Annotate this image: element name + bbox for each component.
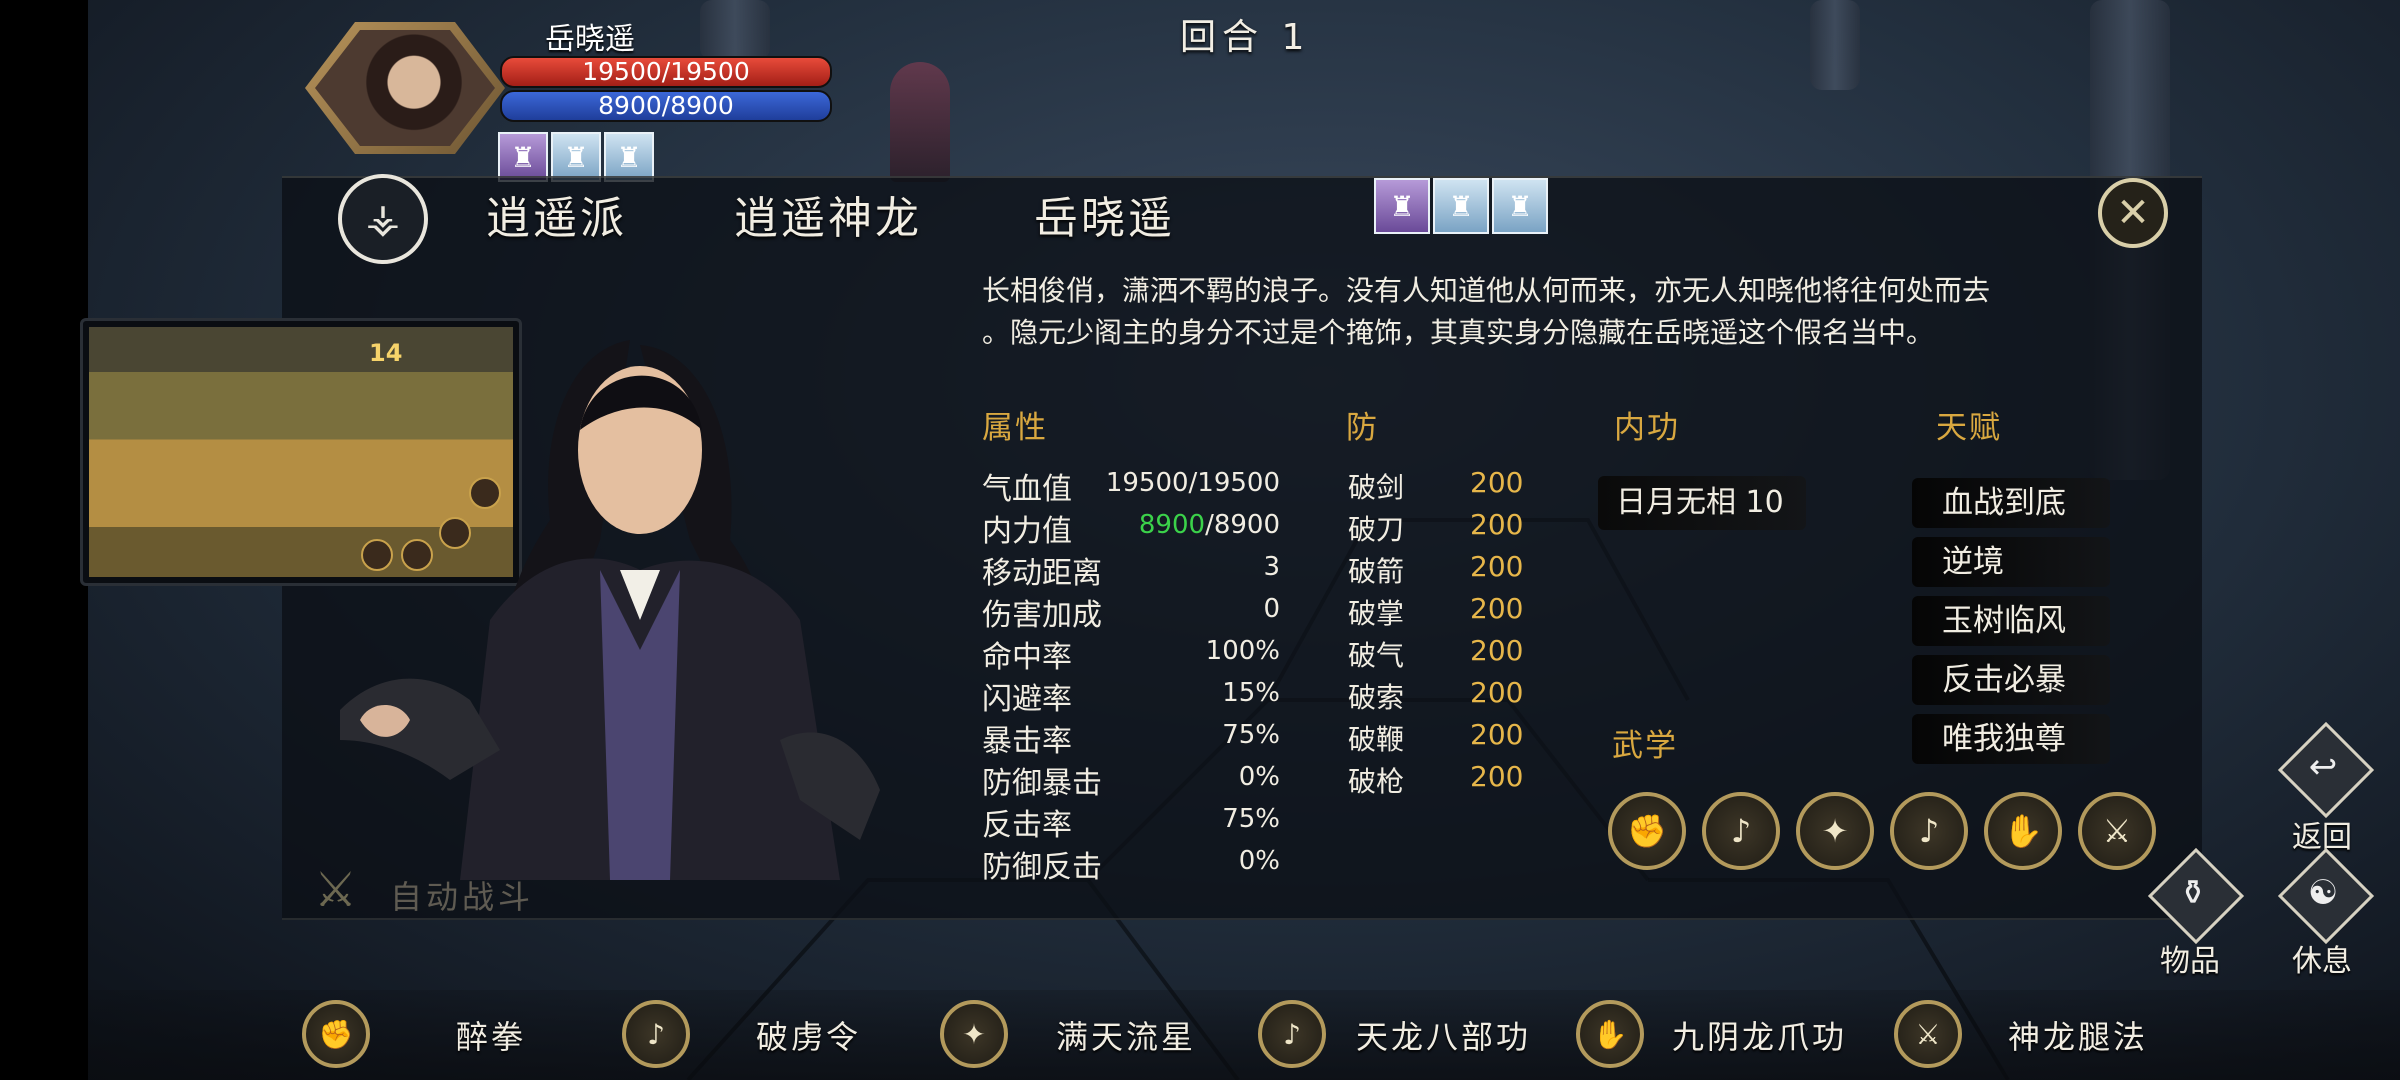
attribute-value: 0% xyxy=(1238,762,1280,792)
kick-icon[interactable]: ⚔ xyxy=(1894,1000,1962,1068)
attribute-value-max: /8900 xyxy=(1205,510,1280,540)
defense-value: 200 xyxy=(1470,718,1524,751)
unit-buff-row: ♜ ♜ ♜ xyxy=(498,132,654,182)
hp-bar: 19500/19500 xyxy=(500,56,832,88)
defense-value: 200 xyxy=(1470,592,1524,625)
talent-item[interactable]: 血战到底 xyxy=(1912,478,2110,528)
character-portrait-art xyxy=(340,340,880,880)
defense-label: 破剑 xyxy=(1348,471,1405,504)
fist-icon[interactable]: ✊ xyxy=(1608,792,1686,870)
defense-label: 破鞭 xyxy=(1348,723,1405,756)
description-line: 。隐元少阁主的身分不过是个掩饰，其真实身分隐藏在岳晓遥这个假名当中。 xyxy=(982,316,1935,349)
skill-label[interactable]: 破虏令 xyxy=(756,1012,861,1058)
shuriken-icon[interactable]: ✦ xyxy=(1796,792,1874,870)
claw-icon[interactable]: ✋ xyxy=(1576,1000,1644,1068)
skill-label[interactable]: 九阴龙爪功 xyxy=(1672,1012,1847,1058)
inner-skill-title: 内功 xyxy=(1614,410,1680,446)
lute-icon[interactable]: ♪ xyxy=(1258,1000,1326,1068)
attribute-value: 8900/8900 xyxy=(1080,510,1280,540)
attribute-value-current: 8900 xyxy=(1138,510,1206,540)
description-line: 长相俊俏，潇洒不羁的浪子。没有人知道他从何而来，亦无人知晓他将往何处而去 xyxy=(982,274,1991,307)
buff-icon[interactable]: ♜ xyxy=(604,132,654,182)
rest-label: 休息 xyxy=(2292,944,2352,979)
talents-title: 天赋 xyxy=(1936,410,2002,446)
defense-label: 破箭 xyxy=(1348,555,1405,588)
return-icon: ↩ xyxy=(2308,747,2338,787)
items-label: 物品 xyxy=(2160,944,2220,979)
buff-icon[interactable]: ♜ xyxy=(551,132,601,182)
attribute-value: 19500/19500 xyxy=(1105,468,1280,498)
attribute-value: 75% xyxy=(1222,804,1280,834)
defense-label: 破刀 xyxy=(1348,513,1405,546)
defense-label: 破掌 xyxy=(1348,597,1405,630)
close-button[interactable]: ✕ xyxy=(2098,178,2168,248)
enemy-figure[interactable] xyxy=(890,62,950,182)
lute-icon[interactable]: ♪ xyxy=(1702,792,1780,870)
attribute-label: 反击率 xyxy=(982,808,1072,843)
defense-value: 200 xyxy=(1470,676,1524,709)
defense-value: 200 xyxy=(1470,550,1524,583)
talent-item[interactable]: 玉树临风 xyxy=(1912,596,2110,646)
mp-bar: 8900/8900 xyxy=(500,90,832,122)
shuriken-icon[interactable]: ✦ xyxy=(940,1000,1008,1068)
attribute-value: 3 xyxy=(1263,552,1280,582)
martial-title: 武学 xyxy=(1612,728,1678,764)
defense-label: 破索 xyxy=(1348,681,1405,714)
defense-label: 破枪 xyxy=(1348,765,1405,798)
scene-pillar-far xyxy=(1810,0,1860,90)
crossed-swords-icon[interactable]: ⚔ xyxy=(314,862,374,922)
unit-portrait[interactable] xyxy=(305,22,505,154)
round-indicator: 回合 1 xyxy=(1180,17,1311,58)
talent-item[interactable]: 反击必暴 xyxy=(1912,655,2110,705)
skill-label[interactable]: 神龙腿法 xyxy=(2008,1012,2148,1058)
lute-icon[interactable]: ♪ xyxy=(622,1000,690,1068)
panel-header: ⚶ 逍遥派 逍遥神龙 岳晓遥 ♜ ♜ ♜ ✕ xyxy=(282,174,2202,264)
attribute-value: 0 xyxy=(1263,594,1280,624)
claw-icon[interactable]: ✋ xyxy=(1984,792,2062,870)
scene-pillar-left xyxy=(700,0,770,60)
defense-value: 200 xyxy=(1470,760,1524,793)
character-title: 逍遥神龙 xyxy=(734,193,922,244)
attribute-value: 0% xyxy=(1238,846,1280,876)
defense-label: 破气 xyxy=(1348,639,1405,672)
unit-name: 岳晓遥 xyxy=(545,22,635,57)
defense-value: 200 xyxy=(1470,508,1524,541)
screen-bezel xyxy=(0,0,88,1080)
inner-skill-entry[interactable]: 日月无相 10 xyxy=(1598,476,1806,530)
attribute-label: 内力值 xyxy=(982,514,1072,549)
buff-icon[interactable]: ♜ xyxy=(1374,178,1430,234)
defense-title: 防 xyxy=(1346,410,1379,446)
yin-yang-icon: ☯ xyxy=(2307,873,2339,913)
attribute-value: 75% xyxy=(1222,720,1280,750)
close-icon: ✕ xyxy=(2116,190,2150,236)
attributes-title: 属性 xyxy=(982,410,1048,446)
attribute-label: 闪避率 xyxy=(982,682,1072,717)
header-buff-row: ♜ ♜ ♜ xyxy=(1374,178,1548,234)
skill-label[interactable]: 醉拳 xyxy=(456,1012,526,1058)
character-name: 岳晓遥 xyxy=(1034,193,1175,244)
attribute-label: 暴击率 xyxy=(982,724,1072,759)
buff-icon[interactable]: ♜ xyxy=(1433,178,1489,234)
auto-battle-toggle[interactable]: 自动战斗 xyxy=(390,872,534,918)
attribute-value: 15% xyxy=(1222,678,1280,708)
skill-label[interactable]: 满天流星 xyxy=(1056,1012,1196,1058)
attribute-label: 气血值 xyxy=(982,472,1072,507)
kick-icon[interactable]: ⚔ xyxy=(2078,792,2156,870)
lute-icon[interactable]: ♪ xyxy=(1890,792,1968,870)
talent-item[interactable]: 逆境 xyxy=(1912,537,2110,587)
buff-icon[interactable]: ♜ xyxy=(498,132,548,182)
gourd-icon: ⚱ xyxy=(2178,873,2208,913)
buff-icon[interactable]: ♜ xyxy=(1492,178,1548,234)
defense-value: 200 xyxy=(1470,466,1524,499)
defense-value: 200 xyxy=(1470,634,1524,667)
fist-icon[interactable]: ✊ xyxy=(302,1000,370,1068)
character-description: 长相俊俏，潇洒不羁的浪子。没有人知道他从何而来，亦无人知晓他将往何处而去 。隐元… xyxy=(982,270,2182,354)
sect-emblem-icon: ⚶ xyxy=(338,174,428,264)
back-label: 返回 xyxy=(2292,820,2352,855)
attribute-value: 100% xyxy=(1205,636,1280,666)
attribute-label: 命中率 xyxy=(982,640,1072,675)
sect-name: 逍遥派 xyxy=(486,193,627,244)
skill-label[interactable]: 天龙八部功 xyxy=(1356,1012,1531,1058)
talent-item[interactable]: 唯我独尊 xyxy=(1912,714,2110,764)
